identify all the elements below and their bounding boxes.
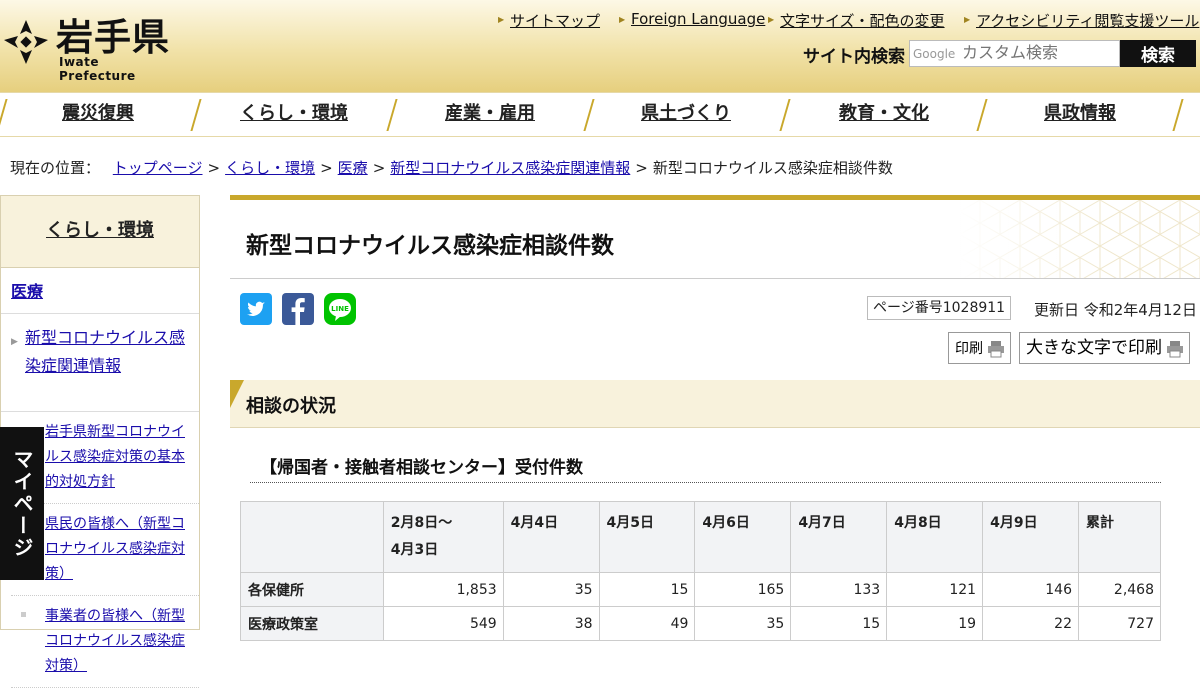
breadcrumb-link-medical[interactable]: 医療 bbox=[338, 159, 368, 177]
printer-icon bbox=[988, 341, 1004, 358]
foreign-language-link[interactable]: Foreign Language bbox=[619, 10, 765, 28]
print-label: 印刷 bbox=[955, 340, 983, 356]
twitter-share-button[interactable] bbox=[240, 293, 272, 325]
printer-icon bbox=[1167, 341, 1183, 358]
table-header-cell: 4月5日 bbox=[598, 501, 696, 573]
large-print-button[interactable]: 大きな文字で印刷 bbox=[1019, 332, 1190, 364]
section-heading-bar: 相談の状況 bbox=[230, 380, 1200, 428]
mypage-tab[interactable]: マイページ bbox=[0, 427, 44, 580]
page-number: ページ番号1028911 bbox=[867, 296, 1012, 320]
accessibility-tool-link[interactable]: アクセシビリティ閲覧支援ツール bbox=[964, 10, 1199, 31]
table-cell: 19 bbox=[886, 606, 984, 641]
table-cell: 49 bbox=[598, 606, 696, 641]
table-cell: 146 bbox=[982, 572, 1079, 607]
line-icon: LINE bbox=[329, 299, 351, 321]
breadcrumb-current: 新型コロナウイルス感染症相談件数 bbox=[652, 159, 893, 177]
section-heading: 相談の状況 bbox=[246, 396, 336, 417]
sidebar-subitem-label: 事業者の皆様へ（新型コロナウイルス感染症対策） bbox=[45, 608, 185, 674]
logo-text-jp: 岩手県 bbox=[56, 16, 170, 59]
breadcrumb-link-living[interactable]: くらし・環境 bbox=[225, 159, 315, 177]
table-cell: 35 bbox=[694, 606, 792, 641]
update-date: 更新日 令和2年4月12日 bbox=[1034, 301, 1197, 319]
line-share-button[interactable]: LINE bbox=[324, 293, 356, 325]
sidebar-item-medical[interactable]: 医療 bbox=[1, 268, 199, 314]
table-row: 医療政策室 549 38 49 35 15 19 22 727 bbox=[240, 606, 1162, 641]
table-header-cell bbox=[240, 501, 384, 573]
table-cell: 121 bbox=[886, 572, 984, 607]
row-label: 医療政策室 bbox=[240, 606, 384, 641]
table-header-cell: 4月8日 bbox=[886, 501, 984, 573]
table-cell: 2,468 bbox=[1077, 572, 1162, 607]
facebook-share-button[interactable] bbox=[282, 293, 314, 325]
sidebar-item-label: 新型コロナウイルス感染症関連情報 bbox=[25, 328, 186, 375]
logo-text-en: Iwate Prefecture bbox=[59, 55, 136, 83]
breadcrumb-prefix: 現在の位置： bbox=[10, 159, 101, 177]
breadcrumb-separator: > bbox=[320, 159, 333, 177]
site-logo[interactable]: 岩手県 Iwate Prefecture bbox=[4, 14, 174, 83]
nav-divider bbox=[1173, 99, 1183, 131]
iwate-emblem-icon bbox=[4, 20, 48, 64]
sub-heading-underline bbox=[250, 482, 1161, 483]
heading-corner-decoration bbox=[230, 380, 244, 408]
nav-item-disaster-recovery[interactable]: 震災復興 bbox=[0, 93, 196, 137]
sidebar-subitem-label: 岩手県新型コロナウイルス感染症対策の基本的対処方針 bbox=[45, 424, 185, 490]
breadcrumb-link-top[interactable]: トップページ bbox=[113, 159, 203, 177]
table-header-cell: 4月7日 bbox=[790, 501, 888, 573]
twitter-icon bbox=[247, 301, 265, 316]
print-button[interactable]: 印刷 bbox=[948, 332, 1011, 364]
table-cell: 22 bbox=[982, 606, 1079, 641]
sub-heading: 【帰国者・接触者相談センター】受付件数 bbox=[260, 458, 583, 478]
sidebar-heading[interactable]: くらし・環境 bbox=[1, 196, 199, 268]
page-title: 新型コロナウイルス感染症相談件数 bbox=[246, 233, 614, 259]
row-label: 各保健所 bbox=[240, 572, 384, 607]
nav-item-industry-employment[interactable]: 産業・雇用 bbox=[392, 93, 588, 137]
table-cell: 727 bbox=[1077, 606, 1162, 641]
breadcrumb-link-covid-info[interactable]: 新型コロナウイルス感染症関連情報 bbox=[390, 159, 630, 177]
global-nav: 震災復興 くらし・環境 産業・雇用 県土づくり 教育・文化 県政情報 bbox=[0, 92, 1200, 137]
table-header-cell: 4月9日 bbox=[982, 501, 1079, 573]
text-size-color-link[interactable]: 文字サイズ・配色の変更 bbox=[768, 10, 945, 31]
breadcrumb-separator: > bbox=[635, 159, 648, 177]
table-cell: 133 bbox=[790, 572, 888, 607]
nav-item-prefectural-info[interactable]: 県政情報 bbox=[980, 93, 1180, 137]
large-print-label: 大きな文字で印刷 bbox=[1026, 338, 1162, 357]
table-cell: 549 bbox=[382, 606, 504, 641]
consultation-count-table: 2月8日～ 4月3日 4月4日 4月5日 4月6日 4月7日 4月8日 4月9日… bbox=[240, 501, 1162, 641]
table-cell: 35 bbox=[502, 572, 600, 607]
nav-item-land-development[interactable]: 県土づくり bbox=[588, 93, 784, 137]
search-label: サイト内検索 bbox=[803, 47, 905, 67]
table-cell: 15 bbox=[790, 606, 888, 641]
breadcrumb-separator: > bbox=[372, 159, 386, 177]
table-cell: 1,853 bbox=[382, 572, 504, 607]
table-header-cell: 4月4日 bbox=[502, 501, 600, 573]
nav-item-living-environment[interactable]: くらし・環境 bbox=[196, 93, 392, 137]
table-header-cell: 2月8日～ 4月3日 bbox=[382, 501, 504, 573]
main-content: 新型コロナウイルス感染症相談件数 LINE ページ番号1028911 更新日 令… bbox=[230, 195, 1200, 641]
title-bar: 新型コロナウイルス感染症相談件数 bbox=[230, 195, 1200, 279]
breadcrumb-separator: > bbox=[207, 159, 221, 177]
sidebar-item-covid-info[interactable]: 新型コロナウイルス感染症関連情報 bbox=[1, 314, 199, 412]
svg-text:LINE: LINE bbox=[331, 305, 349, 313]
site-header: 岩手県 Iwate Prefecture サイトマップ Foreign Lang… bbox=[0, 0, 1200, 92]
table-header-cell: 累計 bbox=[1077, 501, 1162, 573]
table-cell: 38 bbox=[502, 606, 600, 641]
table-header-row: 2月8日～ 4月3日 4月4日 4月5日 4月6日 4月7日 4月8日 4月9日… bbox=[240, 501, 1162, 573]
table-cell: 15 bbox=[598, 572, 696, 607]
sidebar-subitem-label: 県民の皆様へ（新型コロナウイルス感染症対策） bbox=[45, 516, 185, 582]
breadcrumb: 現在の位置： トップページ > くらし・環境 > 医療 > 新型コロナウイルス感染症関連情報… bbox=[10, 157, 893, 178]
nav-item-education-culture[interactable]: 教育・文化 bbox=[784, 93, 984, 137]
table-cell: 165 bbox=[694, 572, 792, 607]
table-header-cell: 4月6日 bbox=[694, 501, 792, 573]
sidebar-item-label: 医療 bbox=[11, 282, 44, 301]
table-row: 各保健所 1,853 35 15 165 133 121 146 2,468 bbox=[240, 572, 1162, 607]
asanoha-pattern-decoration bbox=[960, 200, 1200, 278]
google-brand-label: Google bbox=[913, 47, 956, 61]
sitemap-link[interactable]: サイトマップ bbox=[498, 10, 600, 31]
facebook-icon bbox=[291, 297, 305, 325]
sidebar-subitem-for-businesses[interactable]: 事業者の皆様へ（新型コロナウイルス感染症対策） bbox=[11, 596, 199, 688]
search-button[interactable]: 検索 bbox=[1120, 40, 1196, 67]
